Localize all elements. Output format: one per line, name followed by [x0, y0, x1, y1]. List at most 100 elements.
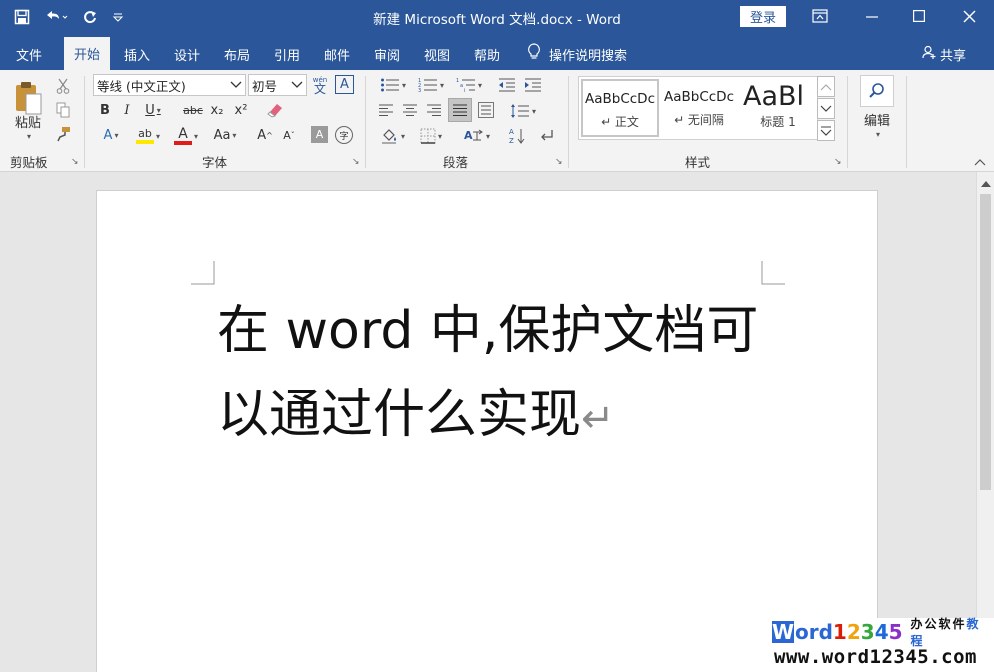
- superscript-button[interactable]: x²: [231, 100, 251, 120]
- minimize-icon[interactable]: [852, 4, 892, 28]
- scroll-up-icon[interactable]: [979, 176, 993, 190]
- lightbulb-icon: [527, 43, 541, 65]
- case-dropdown-icon[interactable]: ▾: [232, 131, 236, 140]
- align-right-icon[interactable]: [424, 100, 444, 120]
- document-area: 在 word 中,保护文档可以通过什么实现↵ W ord 1 2 3 4 5 办…: [0, 172, 994, 672]
- style-no-spacing[interactable]: AaBbCcDc ↵ 无间隔: [660, 79, 738, 137]
- highlight-button[interactable]: ab ▾: [131, 125, 165, 147]
- align-left-icon[interactable]: [376, 100, 396, 120]
- paragraph-group-label: 段落: [443, 155, 469, 170]
- person-icon: [922, 45, 936, 63]
- paragraph-launcher-icon[interactable]: ↘: [555, 157, 563, 167]
- font-launcher-icon[interactable]: ↘: [352, 157, 360, 167]
- login-button[interactable]: 登录: [740, 6, 786, 27]
- multilevel-list-icon[interactable]: 1 a i ▾: [452, 74, 486, 96]
- grow-font-button[interactable]: A ^: [255, 125, 275, 145]
- underline-label: U: [145, 102, 155, 118]
- cut-icon[interactable]: [54, 76, 72, 96]
- format-painter-icon[interactable]: [54, 124, 72, 144]
- chinese-layout-icon[interactable]: A ▾: [460, 125, 494, 147]
- bullets-icon[interactable]: ▾: [376, 74, 410, 96]
- tab-design[interactable]: 设计: [164, 38, 210, 70]
- underline-dropdown-icon[interactable]: ▾: [157, 106, 161, 115]
- tab-insert[interactable]: 插入: [114, 38, 160, 70]
- gallery-up-icon[interactable]: [817, 76, 835, 97]
- font-color-glyph: A: [173, 127, 192, 145]
- styles-launcher-icon[interactable]: ↘: [834, 157, 842, 167]
- font-size-combo[interactable]: 初号: [248, 74, 307, 96]
- clear-formatting-icon[interactable]: [264, 100, 286, 120]
- chevron-down-icon[interactable]: [227, 75, 245, 95]
- effects-dropdown-icon[interactable]: ▾: [114, 131, 118, 140]
- group-divider: [906, 76, 907, 168]
- chevron-down-icon[interactable]: [288, 75, 306, 95]
- line-spacing-icon[interactable]: ▾: [506, 100, 540, 122]
- clipboard-launcher-icon[interactable]: ↘: [71, 157, 79, 167]
- editing-dropdown-icon[interactable]: ▾: [870, 128, 884, 140]
- vertical-scrollbar[interactable]: [976, 172, 994, 672]
- style-heading-1[interactable]: AaBl 标题 1: [739, 79, 817, 137]
- sort-icon[interactable]: AZ: [506, 125, 528, 147]
- style-preview: AaBbCcDc: [663, 89, 734, 105]
- character-border-button[interactable]: A: [335, 75, 354, 94]
- ribbon-display-icon[interactable]: [800, 4, 840, 28]
- share-button[interactable]: 共享: [922, 38, 966, 70]
- tab-review[interactable]: 审阅: [364, 38, 410, 70]
- tab-help[interactable]: 帮助: [464, 38, 510, 70]
- show-marks-icon[interactable]: [536, 125, 558, 147]
- document-page[interactable]: 在 word 中,保护文档可以通过什么实现↵: [96, 190, 878, 672]
- shrink-font-button[interactable]: Aˇ: [279, 125, 299, 145]
- distributed-icon[interactable]: [476, 100, 496, 120]
- subscript-button[interactable]: x₂: [207, 100, 227, 120]
- paste-button[interactable]: 粘贴: [6, 112, 50, 131]
- font-color-dropdown-icon[interactable]: ▾: [194, 132, 198, 141]
- watermark-digit: 4: [874, 620, 889, 644]
- borders-icon[interactable]: ▾: [414, 125, 448, 147]
- style-normal[interactable]: AaBbCcDc ↵ 正文: [581, 79, 659, 137]
- highlight-glyph: ab: [135, 128, 154, 144]
- tab-view[interactable]: 视图: [414, 38, 460, 70]
- text-effects-button[interactable]: A ▾: [96, 125, 126, 145]
- svg-text:a: a: [460, 83, 463, 89]
- font-name-combo[interactable]: 等线 (中文正文): [93, 74, 246, 96]
- italic-button[interactable]: I: [118, 100, 136, 120]
- tell-me-search[interactable]: 操作说明搜索: [527, 38, 627, 70]
- tab-mailings[interactable]: 邮件: [314, 38, 360, 70]
- copy-icon[interactable]: [54, 100, 72, 120]
- strikethrough-button[interactable]: abc: [181, 100, 205, 120]
- svg-text:A: A: [509, 128, 514, 136]
- underline-button[interactable]: U ▾: [140, 100, 166, 120]
- tab-file[interactable]: 文件: [4, 38, 54, 70]
- document-title: 新建 Microsoft Word 文档.docx - Word: [373, 12, 621, 28]
- maximize-icon[interactable]: [899, 4, 939, 28]
- enclose-characters-button[interactable]: 字: [335, 126, 353, 144]
- align-center-icon[interactable]: [400, 100, 420, 120]
- highlight-dropdown-icon[interactable]: ▾: [156, 132, 160, 141]
- decrease-indent-icon[interactable]: [496, 74, 518, 96]
- tab-home[interactable]: 开始: [64, 37, 110, 70]
- clipboard-group-label: 剪贴板: [10, 155, 48, 170]
- bold-button[interactable]: B: [96, 100, 114, 120]
- search-icon[interactable]: [860, 75, 894, 107]
- watermark-digit: 3: [860, 620, 875, 644]
- increase-indent-icon[interactable]: [522, 74, 544, 96]
- collapse-ribbon-icon[interactable]: [972, 156, 988, 168]
- numbering-icon[interactable]: 1 2 3 ▾: [414, 74, 448, 96]
- change-case-button[interactable]: Aa ▾: [209, 125, 241, 145]
- gallery-down-icon[interactable]: [817, 98, 835, 119]
- gallery-more-icon[interactable]: [817, 120, 835, 141]
- tab-layout[interactable]: 布局: [214, 38, 260, 70]
- tab-references[interactable]: 引用: [264, 38, 310, 70]
- group-divider: [847, 76, 848, 168]
- style-name: ↵ 无间隔: [674, 113, 724, 127]
- phonetic-guide-button[interactable]: wén 文: [310, 74, 330, 96]
- character-shading-button[interactable]: A: [311, 126, 328, 143]
- document-body-text[interactable]: 在 word 中,保护文档可以通过什么实现↵: [217, 289, 777, 461]
- editing-button[interactable]: 编辑: [856, 110, 898, 129]
- scrollbar-thumb[interactable]: [980, 194, 991, 490]
- shading-icon[interactable]: ▾: [376, 125, 410, 147]
- justify-icon[interactable]: [448, 98, 472, 122]
- paste-dropdown-icon[interactable]: ▾: [20, 130, 36, 142]
- font-color-button[interactable]: A ▾: [169, 125, 203, 147]
- close-icon[interactable]: [949, 4, 989, 28]
